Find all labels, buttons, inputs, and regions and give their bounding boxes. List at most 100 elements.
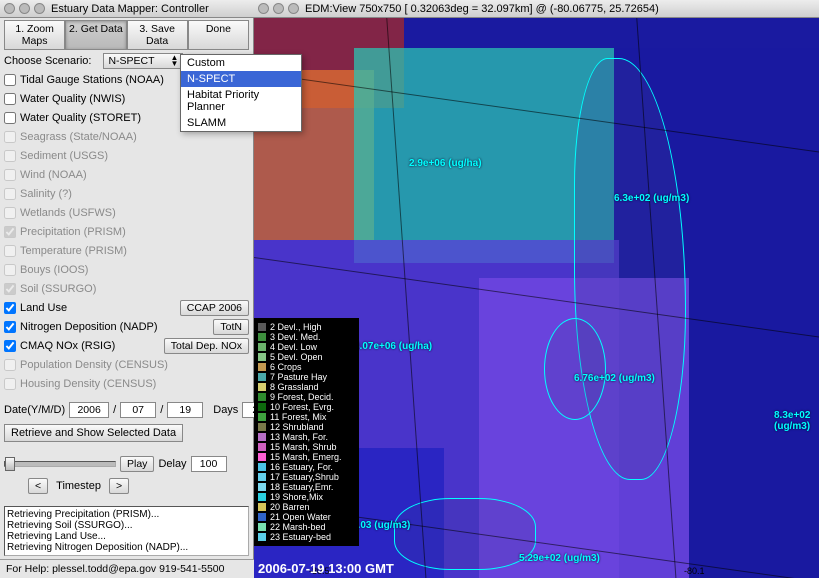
layer-checkbox[interactable]: Water Quality (NWIS) <box>4 93 125 105</box>
log-output[interactable]: Retrieving Precipitation (PRISM)...Retri… <box>4 506 249 556</box>
time-slider[interactable] <box>4 461 116 467</box>
layer-checkbox-input <box>4 188 16 200</box>
layer-checkbox-input[interactable] <box>4 93 16 105</box>
legend-swatch <box>258 383 266 391</box>
layer-checkbox-input <box>4 283 16 295</box>
map-value-label: 2.9e+06 (ug/ha) <box>409 158 482 169</box>
view-title: EDM:View 750x750 [ 0.32063deg = 32.097km… <box>305 3 659 15</box>
layer-checkbox-input <box>4 378 16 390</box>
legend-swatch <box>258 533 266 541</box>
date-row: Date(Y/M/D) / / Days <box>4 401 249 419</box>
legend-label: 4 Devl. Low <box>270 342 317 352</box>
layer-row: Temperature (PRISM) <box>4 242 249 260</box>
layer-checkbox-input[interactable] <box>4 321 16 333</box>
legend-row: 9 Forest, Decid. <box>258 392 353 402</box>
help-footer: For Help: plessel.todd@epa.gov 919-541-5… <box>0 559 254 578</box>
tab-1-zoom-maps[interactable]: 1. Zoom Maps <box>4 20 65 50</box>
layer-checkbox-input[interactable] <box>4 112 16 124</box>
scenario-option[interactable]: SLAMM <box>181 115 301 131</box>
layer-row: Housing Density (CENSUS) <box>4 375 249 393</box>
map-view[interactable]: 2.9e+06 (ug/ha)6.3e+02 (ug/m3)6.76e+02 (… <box>254 18 819 578</box>
scenario-dropdown[interactable]: N-SPECT ▲▼ <box>103 53 183 69</box>
map-value-label: 6.76e+02 (ug/m3) <box>574 373 655 384</box>
scenario-option[interactable]: Custom <box>181 55 301 71</box>
tab-2-get-data[interactable]: 2. Get Data <box>65 20 126 50</box>
layer-label: Population Density (CENSUS) <box>20 359 168 371</box>
legend-row: 15 Marsh, Shrub <box>258 442 353 452</box>
legend-swatch <box>258 453 266 461</box>
log-line: Retrieving Precipitation (PRISM)... <box>7 509 246 520</box>
close-dot[interactable] <box>4 3 15 14</box>
legend-swatch <box>258 463 266 471</box>
tab-3-save-data[interactable]: 3. Save Data <box>127 20 188 50</box>
scenario-popup[interactable]: CustomN-SPECTHabitat Priority PlannerSLA… <box>180 54 302 132</box>
layer-checkbox-input[interactable] <box>4 74 16 86</box>
legend-swatch <box>258 353 266 361</box>
layer-checkbox: Soil (SSURGO) <box>4 283 96 295</box>
legend-label: 15 Marsh, Shrub <box>270 442 337 452</box>
date-month-field[interactable] <box>120 402 156 418</box>
legend-label: 12 Shrubland <box>270 422 324 432</box>
legend-label: 5 Devl. Open <box>270 352 323 362</box>
date-year-field[interactable] <box>69 402 109 418</box>
layer-checkbox: Housing Density (CENSUS) <box>4 378 156 390</box>
date-day-field[interactable] <box>167 402 203 418</box>
layer-label: Land Use <box>20 302 67 314</box>
timestep-label: Timestep <box>56 480 101 492</box>
legend-swatch <box>258 373 266 381</box>
time-slider-thumb[interactable] <box>5 457 15 471</box>
layer-checkbox: Temperature (PRISM) <box>4 245 127 257</box>
layer-aux-button[interactable]: CCAP 2006 <box>180 300 249 316</box>
timestep-next-button[interactable]: > <box>109 478 129 494</box>
layer-checkbox-input <box>4 264 16 276</box>
layer-checkbox[interactable]: Water Quality (STORET) <box>4 112 141 124</box>
retrieve-button[interactable]: Retrieve and Show Selected Data <box>4 424 183 442</box>
log-line: Retrieving Soil (SSURGO)... <box>7 520 246 531</box>
legend-label: 13 Marsh, For. <box>270 432 328 442</box>
legend-label: 19 Shore,Mix <box>270 492 323 502</box>
layer-checkbox[interactable]: Nitrogen Deposition (NADP) <box>4 321 158 333</box>
legend-row: 3 Devl. Med. <box>258 332 353 342</box>
legend-swatch <box>258 343 266 351</box>
timestep-prev-button[interactable]: < <box>28 478 48 494</box>
tab-row: 1. Zoom Maps2. Get Data3. Save DataDone <box>4 20 249 50</box>
min-dot[interactable] <box>273 3 284 14</box>
layer-checkbox-input <box>4 150 16 162</box>
close-dot[interactable] <box>258 3 269 14</box>
scenario-value: N-SPECT <box>108 55 154 67</box>
layer-checkbox-input[interactable] <box>4 340 16 352</box>
legend-label: 7 Pasture Hay <box>270 372 327 382</box>
legend-row: 19 Shore,Mix <box>258 492 353 502</box>
map-value-label: 5.29e+02 (ug/m3) <box>519 553 600 564</box>
layer-checkbox-input[interactable] <box>4 302 16 314</box>
play-button[interactable]: Play <box>120 456 154 472</box>
layer-checkbox[interactable]: CMAQ NOx (RSIG) <box>4 340 115 352</box>
zoom-dot[interactable] <box>34 3 45 14</box>
scenario-option[interactable]: N-SPECT <box>181 71 301 87</box>
layer-checkbox[interactable]: Land Use <box>4 302 67 314</box>
legend-swatch <box>258 493 266 501</box>
legend-swatch <box>258 433 266 441</box>
layer-row: Bouys (IOOS) <box>4 261 249 279</box>
layer-checkbox[interactable]: Tidal Gauge Stations (NOAA) <box>4 74 164 86</box>
tab-done[interactable]: Done <box>188 20 249 50</box>
view-titlebar: EDM:View 750x750 [ 0.32063deg = 32.097km… <box>254 0 819 18</box>
legend-label: 11 Forest, Mix <box>270 412 326 422</box>
layer-label: Water Quality (STORET) <box>20 112 141 124</box>
layer-aux-button[interactable]: TotN <box>213 319 249 335</box>
layer-label: Wind (NOAA) <box>20 169 87 181</box>
days-label: Days <box>213 404 238 416</box>
legend-label: 9 Forest, Decid. <box>270 392 334 402</box>
scenario-option[interactable]: Habitat Priority Planner <box>181 87 301 115</box>
layer-label: Wetlands (USFWS) <box>20 207 116 219</box>
layer-row: Population Density (CENSUS) <box>4 356 249 374</box>
layer-aux-button[interactable]: Total Dep. NOx <box>164 338 249 354</box>
min-dot[interactable] <box>19 3 30 14</box>
legend-label: 16 Estuary, For. <box>270 462 333 472</box>
legend-row: 8 Grassland <box>258 382 353 392</box>
layer-label: Salinity (?) <box>20 188 72 200</box>
delay-field[interactable] <box>191 456 227 472</box>
layer-label: Sediment (USGS) <box>20 150 108 162</box>
zoom-dot[interactable] <box>288 3 299 14</box>
legend-swatch <box>258 323 266 331</box>
